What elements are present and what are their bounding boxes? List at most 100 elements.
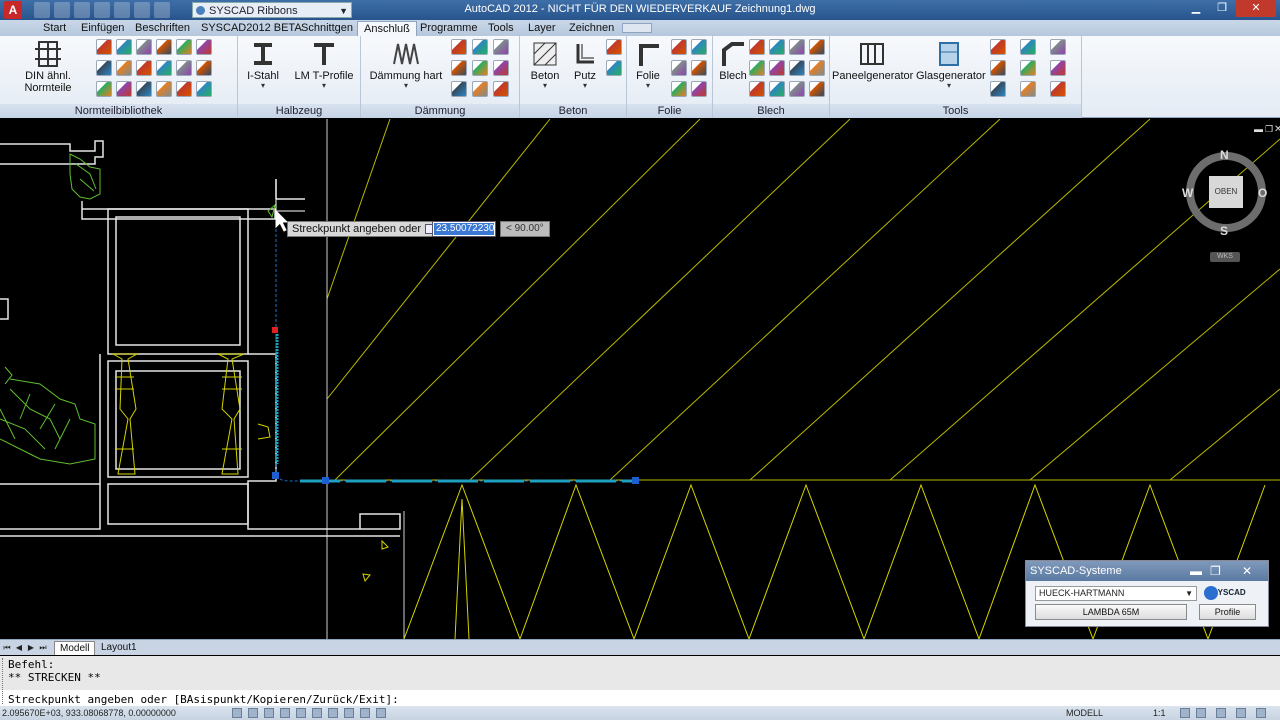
- normteil-tool-icon[interactable]: [116, 60, 132, 76]
- blech-tool-icon[interactable]: [789, 81, 805, 97]
- tools-tool-icon[interactable]: [990, 60, 1006, 76]
- beton-tool-icon[interactable]: [606, 39, 622, 55]
- hot-grip[interactable]: [272, 327, 278, 333]
- isolate-objects-icon[interactable]: [1236, 708, 1246, 718]
- blech-tool-icon[interactable]: [789, 39, 805, 55]
- close-button[interactable]: ✕: [1236, 0, 1276, 17]
- grip-midpoint[interactable]: [322, 477, 329, 484]
- tab-anschluss[interactable]: Anschluß: [357, 21, 417, 36]
- normteil-tool-icon[interactable]: [96, 39, 112, 55]
- minimize-button[interactable]: ▁: [1184, 0, 1208, 17]
- maximize-button[interactable]: ❐: [1210, 0, 1234, 17]
- glasgenerator-button[interactable]: Glasgenerator ▾: [916, 38, 986, 90]
- normteil-tool-icon[interactable]: [136, 60, 152, 76]
- normteil-tool-icon[interactable]: [156, 39, 172, 55]
- normteil-tool-icon[interactable]: [156, 60, 172, 76]
- normteil-tool-icon[interactable]: [176, 81, 192, 97]
- polar-toggle[interactable]: [280, 708, 290, 718]
- normteil-tool-icon[interactable]: [196, 39, 212, 55]
- osnap-toggle[interactable]: [296, 708, 306, 718]
- daemmung-tool-icon[interactable]: [472, 39, 488, 55]
- tools-tool-icon[interactable]: [1050, 60, 1066, 76]
- viewport-minimize-icon[interactable]: ▬: [1254, 125, 1263, 134]
- tab-layout1[interactable]: Layout1: [96, 641, 142, 655]
- ducs-toggle[interactable]: [328, 708, 338, 718]
- normteil-tool-icon[interactable]: [116, 39, 132, 55]
- putz-button[interactable]: Putz ▾: [570, 38, 600, 90]
- command-prompt[interactable]: Streckpunkt angeben oder [BAsispunkt/Kop…: [8, 693, 399, 706]
- grip-end[interactable]: [632, 477, 639, 484]
- hardware-accel-icon[interactable]: [1216, 708, 1226, 718]
- tab-beschriften[interactable]: Beschriften: [129, 21, 196, 36]
- lm-t-profile-button[interactable]: LM T-Profile ▾: [292, 38, 356, 90]
- blech-tool-icon[interactable]: [809, 81, 825, 97]
- distance-input[interactable]: 23.50072230: [432, 221, 496, 237]
- blech-tool-icon[interactable]: [809, 60, 825, 76]
- blech-tool-icon[interactable]: [769, 60, 785, 76]
- command-line-grip[interactable]: [2, 658, 5, 704]
- din-normteile-button[interactable]: DIN ähnl. Normteile: [2, 38, 94, 94]
- tab-schnittgen[interactable]: Schnittgen: [295, 21, 359, 36]
- blech-tool-icon[interactable]: [769, 81, 785, 97]
- coordinates-readout[interactable]: 2.095670E+03, 933.08068778, 0.00000000: [2, 707, 176, 719]
- tools-tool-icon[interactable]: [1050, 81, 1066, 97]
- blech-tool-icon[interactable]: [749, 81, 765, 97]
- profile-button[interactable]: Profile: [1199, 604, 1256, 620]
- daemmung-tool-icon[interactable]: [451, 39, 467, 55]
- tab-programme[interactable]: Programme: [414, 21, 483, 36]
- tools-tool-icon[interactable]: [1050, 39, 1066, 55]
- prev-tab-icon[interactable]: ◀: [14, 642, 24, 653]
- next-tab-icon[interactable]: ▶: [26, 642, 36, 653]
- tools-tool-icon[interactable]: [1020, 60, 1036, 76]
- beton-tool-icon[interactable]: [606, 60, 622, 76]
- tab-tools[interactable]: Tools: [482, 21, 520, 36]
- blech-tool-icon[interactable]: [749, 39, 765, 55]
- tools-tool-icon[interactable]: [1020, 81, 1036, 97]
- tools-tool-icon[interactable]: [990, 39, 1006, 55]
- tab-einfuegen[interactable]: Einfügen: [75, 21, 130, 36]
- angle-readout[interactable]: < 90.00°: [500, 221, 550, 237]
- normteil-tool-icon[interactable]: [196, 60, 212, 76]
- model-space-button[interactable]: MODELL: [1066, 707, 1103, 719]
- normteil-tool-icon[interactable]: [96, 81, 112, 97]
- workspace-switch-icon[interactable]: [1180, 708, 1190, 718]
- blech-button[interactable]: Blech: [717, 38, 749, 82]
- series-button[interactable]: LAMBDA 65M: [1035, 604, 1187, 620]
- compass-east[interactable]: O: [1258, 186, 1267, 200]
- viewcube-face-top[interactable]: OBEN: [1209, 176, 1243, 208]
- folie-tool-icon[interactable]: [691, 81, 707, 97]
- normteil-tool-icon[interactable]: [116, 81, 132, 97]
- tab-layer[interactable]: Layer: [522, 21, 562, 36]
- ortho-toggle[interactable]: [264, 708, 274, 718]
- folie-tool-icon[interactable]: [671, 60, 687, 76]
- beton-button[interactable]: Beton ▾: [528, 38, 562, 90]
- daemmung-tool-icon[interactable]: [493, 60, 509, 76]
- wcs-menu[interactable]: WKS: [1210, 252, 1240, 262]
- daemmung-tool-icon[interactable]: [451, 60, 467, 76]
- paneelgenerator-button[interactable]: Paneelgenerator: [832, 38, 913, 82]
- dialog-close-icon[interactable]: ✕: [1242, 561, 1252, 581]
- dyn-toggle[interactable]: [344, 708, 354, 718]
- otrack-toggle[interactable]: [312, 708, 322, 718]
- normteil-tool-icon[interactable]: [176, 60, 192, 76]
- folie-tool-icon[interactable]: [691, 60, 707, 76]
- normteil-tool-icon[interactable]: [136, 81, 152, 97]
- viewport-restore-icon[interactable]: ❐: [1265, 125, 1274, 134]
- command-line[interactable]: Befehl: ** STRECKEN ** Streckpunkt angeb…: [0, 656, 1280, 706]
- clean-screen-icon[interactable]: [1256, 708, 1266, 718]
- daemmung-tool-icon[interactable]: [472, 81, 488, 97]
- tools-tool-icon[interactable]: [1020, 39, 1036, 55]
- normteil-tool-icon[interactable]: [196, 81, 212, 97]
- folie-tool-icon[interactable]: [671, 39, 687, 55]
- last-tab-icon[interactable]: ⏭: [38, 642, 48, 653]
- snap-toggle[interactable]: [232, 708, 242, 718]
- lineweight-toggle[interactable]: [360, 708, 370, 718]
- tools-tool-icon[interactable]: [990, 81, 1006, 97]
- viewcube[interactable]: N S W O OBEN: [1180, 148, 1270, 238]
- blech-tool-icon[interactable]: [749, 60, 765, 76]
- daemmung-hart-button[interactable]: Dämmung hart ▾: [369, 38, 443, 90]
- daemmung-tool-icon[interactable]: [451, 81, 467, 97]
- tab-zeichnen[interactable]: Zeichnen: [563, 21, 620, 36]
- tab-start[interactable]: Start: [37, 21, 72, 36]
- normteil-tool-icon[interactable]: [136, 39, 152, 55]
